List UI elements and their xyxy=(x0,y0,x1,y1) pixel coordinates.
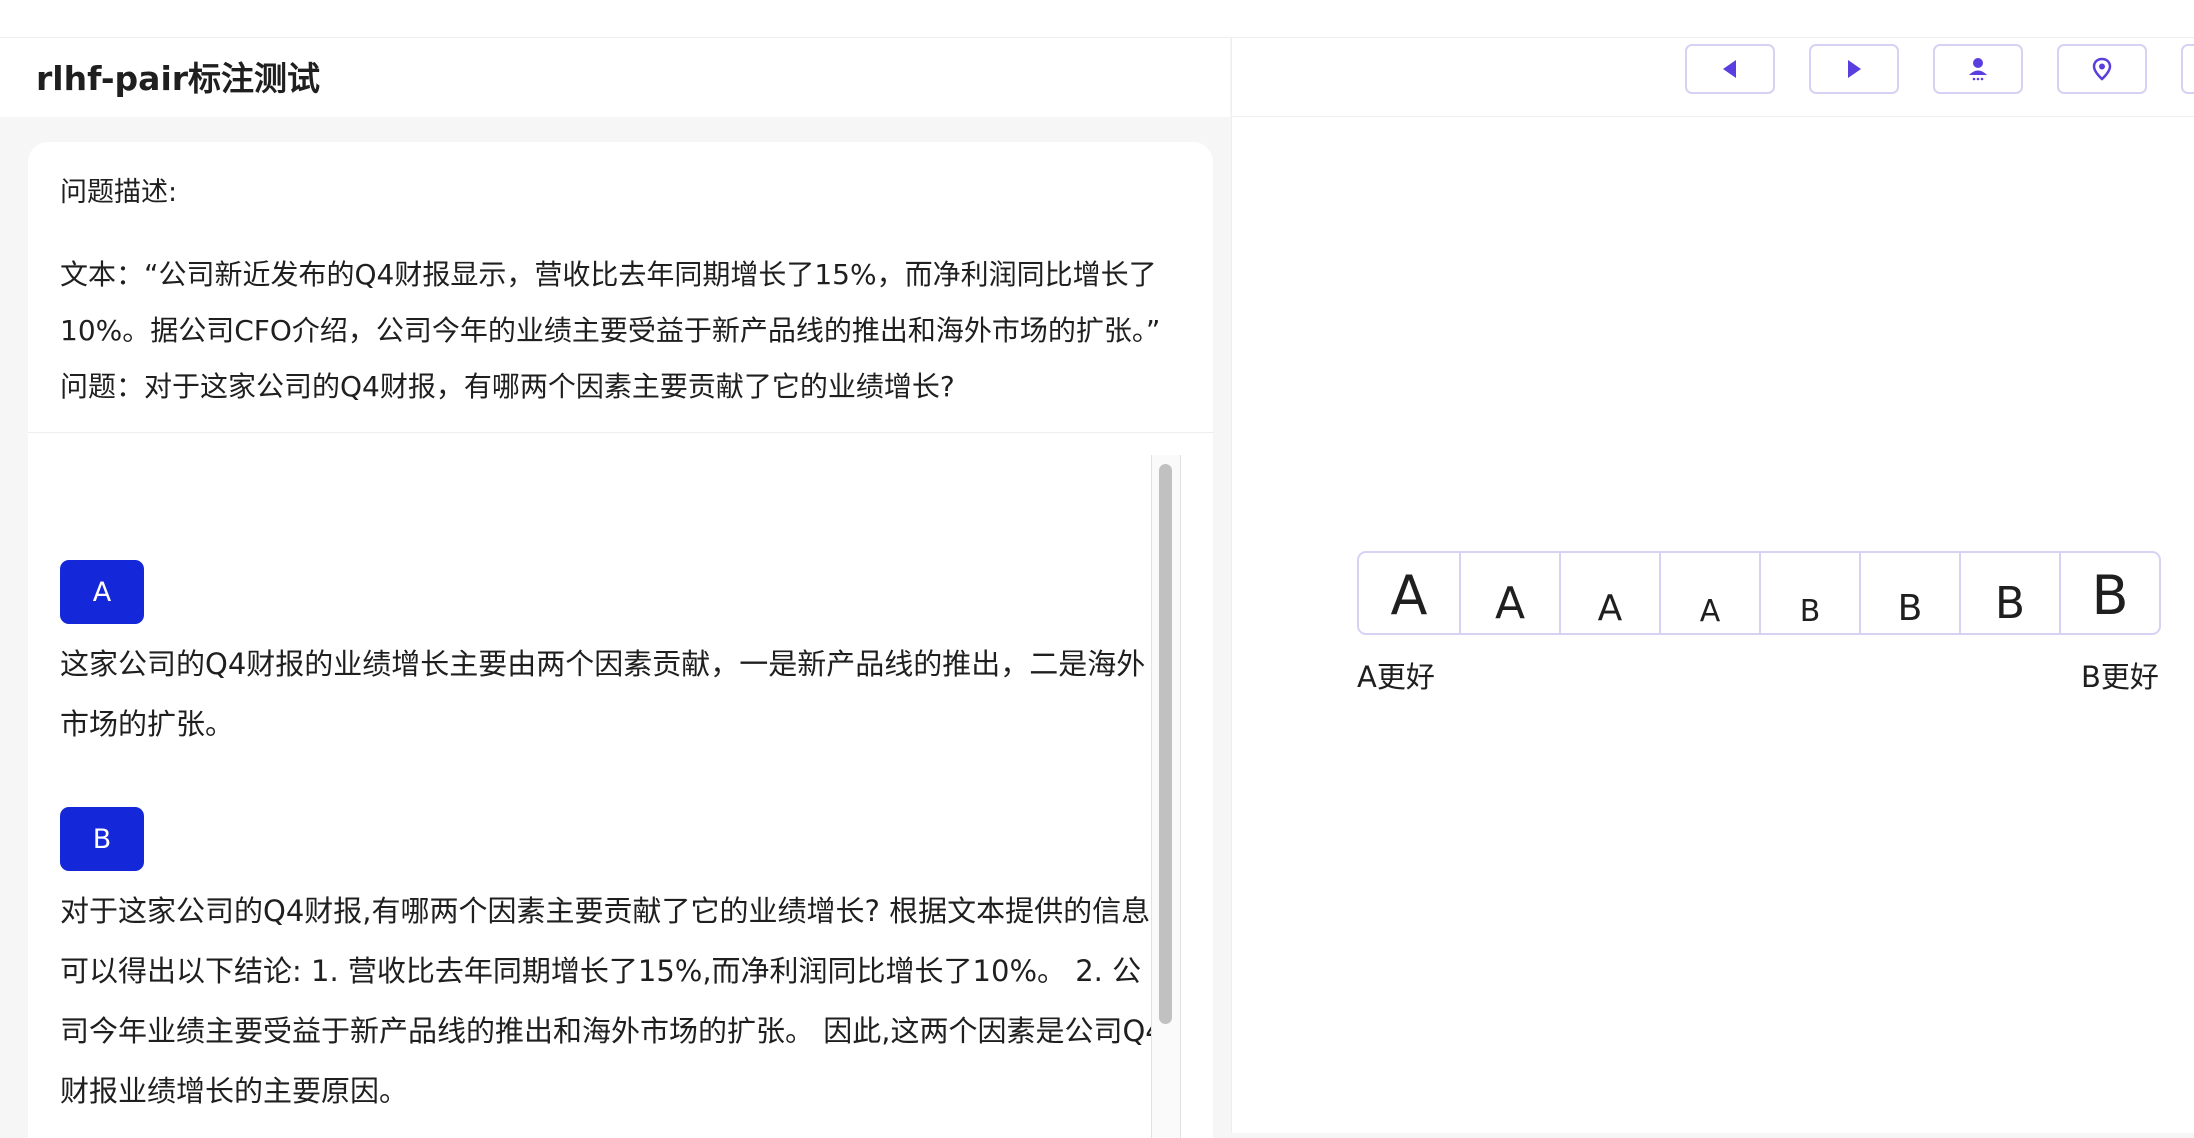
triangle-right-icon xyxy=(1848,60,1861,78)
scale-right-label: B更好 xyxy=(2081,660,2159,694)
answer-b-badge: B xyxy=(60,807,144,871)
user-icon xyxy=(1969,58,1987,81)
rating-option-a-slight[interactable]: A xyxy=(1659,553,1759,633)
more-button[interactable] xyxy=(2181,44,2194,94)
answer-a-badge: A xyxy=(60,560,144,624)
user-button[interactable] xyxy=(1933,44,2023,94)
right-panel: A A A A B B B B A更好 B更好 xyxy=(1231,38,2194,1133)
page-title: rlhf-pair标注测试 xyxy=(36,59,321,98)
scrollbar-thumb[interactable] xyxy=(1159,464,1172,1024)
question-line: 问题：对于这家公司的Q4财报，有哪两个因素主要贡献了它的业绩增长? xyxy=(60,370,955,403)
question-label: 问题描述: xyxy=(60,177,178,208)
rating-option-b-weak[interactable]: B xyxy=(1859,553,1959,633)
question-line: 文本：“公司新近发布的Q4财报显示，营收比去年同期增长了15%，而净利润同比增长… xyxy=(60,258,1157,291)
rating-option-a-medium[interactable]: A xyxy=(1459,553,1559,633)
prev-button[interactable] xyxy=(1685,44,1775,94)
rating-option-b-medium[interactable]: B xyxy=(1959,553,2059,633)
question-line: 10%。据公司CFO介绍，公司今年的业绩主要受益于新产品线的推出和海外市场的扩张… xyxy=(60,314,1161,347)
question-text: 文本：“公司新近发布的Q4财报显示，营收比去年同期增长了15%，而净利润同比增长… xyxy=(60,247,1190,415)
rating-option-b-slight[interactable]: B xyxy=(1759,553,1859,633)
scale-left-label: A更好 xyxy=(1357,660,1435,694)
answer-a-text: 这家公司的Q4财报的业绩增长主要由两个因素贡献，一是新产品线的推出，二是海外市场… xyxy=(60,647,1146,741)
header-bar: rlhf-pair标注测试 xyxy=(0,38,1230,117)
location-button[interactable] xyxy=(2057,44,2147,94)
location-pin-icon xyxy=(2092,57,2112,81)
next-button[interactable] xyxy=(1809,44,1899,94)
question-card: 问题描述: 文本：“公司新近发布的Q4财报显示，营收比去年同期增长了15%，而净… xyxy=(28,142,1213,1138)
rating-option-b-strong[interactable]: B xyxy=(2059,553,2159,633)
top-strip xyxy=(0,0,2194,38)
rating-scale: A A A A B B B B xyxy=(1357,551,2161,635)
answer-b-text: 对于这家公司的Q4财报,有哪两个因素主要贡献了它的业绩增长? 根据文本提供的信息… xyxy=(60,894,1164,1108)
triangle-left-icon xyxy=(1723,60,1736,78)
rating-option-a-weak[interactable]: A xyxy=(1559,553,1659,633)
header-divider xyxy=(1232,116,2194,117)
answer-list: A 这家公司的Q4财报的业绩增长主要由两个因素贡献，一是新产品线的推出，二是海外… xyxy=(28,433,1183,1138)
rating-option-a-strong[interactable]: A xyxy=(1359,553,1459,633)
